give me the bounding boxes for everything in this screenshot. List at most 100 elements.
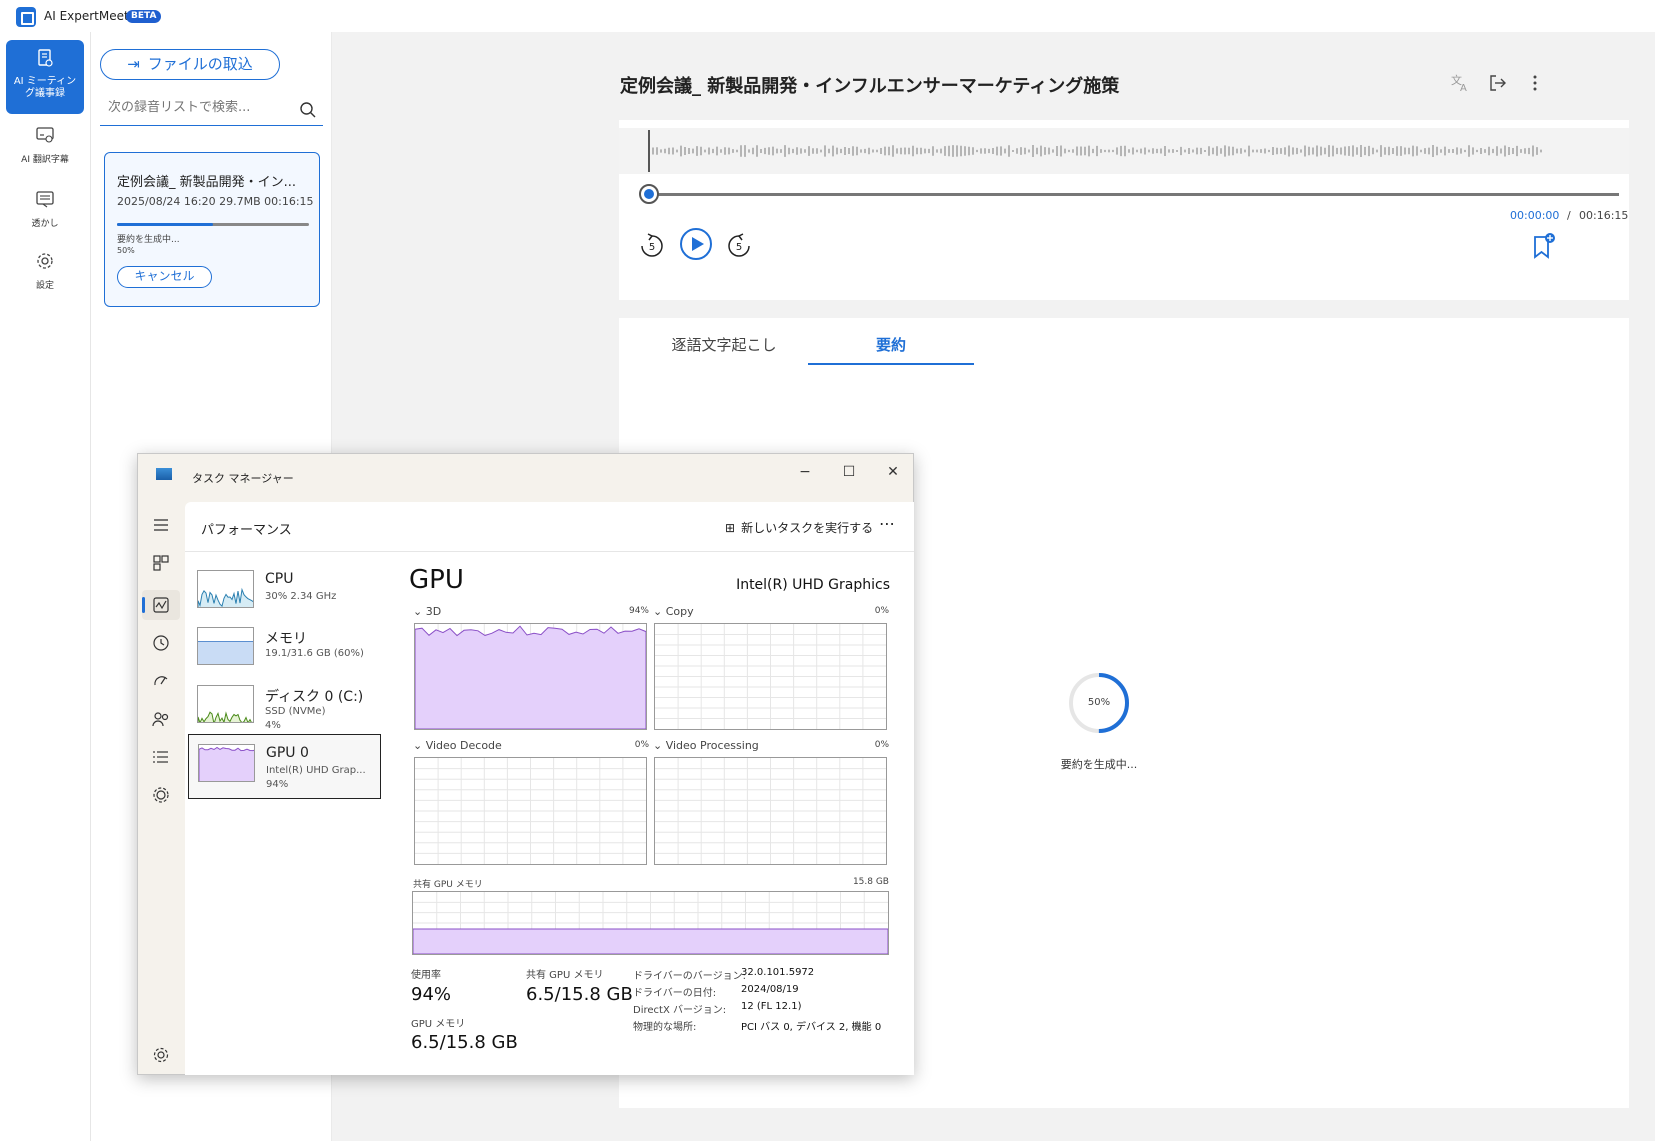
perf-item-name: CPU	[265, 571, 294, 587]
nav-item-settings[interactable]: 設定	[6, 250, 84, 291]
perf-item-sub: Intel(R) UHD Grap...	[266, 765, 366, 776]
gpu-mini-graph	[199, 746, 254, 781]
graph-copy	[654, 623, 887, 730]
active-nav-indicator	[142, 597, 145, 613]
task-manager-window: タスク マネージャー − ☐ ✕ パフォーマンス ⊞ 新しいタスクを実行する ⋯ …	[137, 453, 914, 1075]
app-history-icon[interactable]	[150, 632, 172, 654]
perf-item-sub: 94%	[266, 779, 289, 790]
settings-gear-icon[interactable]	[150, 1044, 172, 1066]
task-manager-logo-icon	[156, 468, 172, 480]
disk-mini-graph	[198, 711, 253, 722]
directx-version-value: 12 (FL 12.1)	[741, 1001, 802, 1012]
app-titlebar: AI ExpertMeet BETA	[0, 0, 1655, 32]
nav-item-meeting-minutes[interactable]: AI ミーティング議事録	[6, 40, 84, 114]
beta-badge: BETA	[126, 10, 162, 23]
usage-label: 使用率	[411, 970, 441, 981]
section-title: パフォーマンス	[201, 523, 292, 538]
gpu-thumbnail	[198, 744, 255, 782]
perf-item-sub: 30% 2.34 GHz	[265, 591, 337, 602]
maximize-button[interactable]: ☐	[829, 460, 869, 484]
users-icon[interactable]	[150, 708, 172, 730]
recording-name: 定例会議_ 新製品開発・イン...	[117, 175, 297, 190]
graph-video-processing	[654, 757, 887, 865]
nav-item-watermark[interactable]: 透かし	[6, 188, 84, 229]
search-input[interactable]	[108, 100, 288, 115]
details-icon[interactable]	[150, 746, 172, 768]
meeting-title: 定例会議_ 新製品開発・インフルエンサーマーケティング施策	[620, 76, 1120, 97]
gpu-heading: GPU	[409, 565, 464, 595]
tab-transcript[interactable]: 逐語文字起こし	[639, 334, 809, 355]
waveform[interactable]	[619, 128, 1629, 174]
hamburger-menu-icon[interactable]	[150, 514, 172, 536]
nav-item-label: AI ミーティング議事録	[13, 76, 77, 99]
memory-thumbnail	[197, 627, 254, 665]
perf-item-memory[interactable]: メモリ 19.1/31.6 GB (60%)	[188, 618, 381, 681]
perf-item-sub: 19.1/31.6 GB (60%)	[265, 648, 364, 659]
shared-gpu-mem-label: 共有 GPU メモリ	[526, 970, 604, 981]
performance-icon[interactable]	[150, 594, 172, 616]
recording-progress-label: 50%	[117, 246, 135, 255]
forward-label: 5	[736, 242, 742, 253]
memory-area	[412, 928, 889, 955]
graph-video-processing-plot	[655, 758, 886, 864]
waveform-graphic	[648, 130, 1542, 172]
graph-3d-pct: 94%	[628, 606, 649, 616]
watermark-icon	[36, 191, 54, 208]
graph-3d	[414, 623, 647, 730]
driver-version-key: ドライバーのバージョン:	[633, 971, 746, 982]
forward-5-icon[interactable]: 5	[726, 233, 752, 259]
task-manager-content: パフォーマンス ⊞ 新しいタスクを実行する ⋯ CPU 30% 2.34 GHz …	[185, 502, 914, 1075]
directx-version-key: DirectX バージョン:	[633, 1005, 727, 1016]
perf-item-name: GPU 0	[266, 745, 309, 761]
audio-player: 00:00:00 / 00:16:15 5 5	[619, 120, 1629, 300]
seek-thumb[interactable]	[639, 184, 659, 204]
close-button[interactable]: ✕	[873, 460, 913, 484]
search-icon[interactable]	[299, 101, 317, 119]
new-task-icon: ⊞	[725, 521, 736, 535]
cpu-mini-area	[198, 587, 253, 607]
gear-icon	[37, 253, 53, 269]
perf-item-cpu[interactable]: CPU 30% 2.34 GHz	[188, 561, 381, 624]
play-button[interactable]	[679, 227, 713, 261]
recording-card[interactable]: 定例会議_ 新製品開発・イン... 2025/08/24 16:20 29.7M…	[104, 152, 320, 307]
seek-track[interactable]	[649, 193, 1619, 196]
app-logo-icon	[16, 7, 36, 27]
graph-3d-plot	[414, 624, 647, 730]
import-file-button[interactable]: ⇥ ファイルの取込	[100, 49, 280, 80]
bookmark-add-icon[interactable]	[1531, 232, 1557, 260]
perf-item-disk[interactable]: ディスク 0 (C:) SSD (NVMe) 4%	[188, 676, 381, 739]
recording-progress-fill	[117, 223, 213, 226]
more-options-button[interactable]: ⋯	[879, 514, 895, 533]
usage-value: 94%	[411, 984, 452, 1005]
subtitle-icon	[36, 127, 54, 143]
services-icon[interactable]	[150, 784, 172, 806]
nav-item-translation-subtitles[interactable]: AI 翻訳字幕	[6, 124, 84, 165]
tab-summary[interactable]: 要約	[808, 334, 974, 365]
perf-item-name: ディスク 0 (C:)	[265, 689, 364, 705]
graph-shared-memory	[412, 891, 889, 955]
perf-item-sub: 4%	[265, 720, 281, 731]
cpu-thumbnail	[197, 570, 254, 608]
rewind-5-icon[interactable]: 5	[639, 233, 665, 259]
svg-text:A: A	[1460, 83, 1467, 94]
shared-memory-label: 共有 GPU メモリ	[413, 880, 483, 890]
new-task-button[interactable]: ⊞ 新しいタスクを実行する	[725, 519, 873, 536]
cpu-mini-graph	[198, 587, 253, 607]
disk-mini-area	[198, 711, 253, 722]
spinner-percent: 50%	[1087, 697, 1111, 708]
translate-icon[interactable]: 文A	[1449, 72, 1471, 94]
graph-copy-plot	[655, 624, 886, 729]
processes-icon[interactable]	[150, 552, 172, 574]
nav-item-label: 透かし	[31, 219, 59, 229]
cancel-button[interactable]: キャンセル	[117, 266, 212, 288]
import-icon: ⇥	[127, 55, 140, 73]
minimize-button[interactable]: −	[785, 460, 825, 484]
gpu-mem-value: 6.5/15.8 GB	[411, 1032, 518, 1053]
export-icon[interactable]	[1487, 72, 1509, 94]
more-options-icon[interactable]	[1524, 72, 1546, 94]
startup-apps-icon[interactable]	[150, 670, 172, 692]
task-manager-title: タスク マネージャー	[192, 472, 294, 485]
import-label: ファイルの取込	[147, 55, 253, 73]
perf-item-gpu[interactable]: GPU 0 Intel(R) UHD Grap... 94%	[188, 734, 381, 799]
nav-item-label: 設定	[35, 281, 54, 291]
